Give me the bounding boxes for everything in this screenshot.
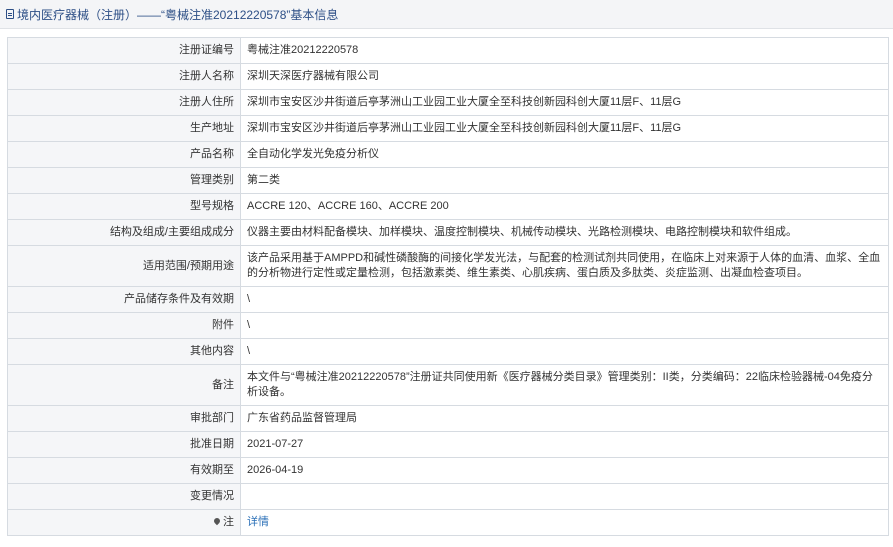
field-label: 附件: [7, 312, 241, 339]
field-label: 注册证编号: [7, 37, 241, 64]
note-row: 注 详情: [7, 509, 889, 536]
field-label: 有效期至: [7, 457, 241, 484]
table-row: 有效期至 2026-04-19: [7, 457, 889, 484]
field-value: 本文件与“粤械注准20212220578”注册证共同使用新《医疗器械分类目录》管…: [240, 364, 889, 406]
page-title: 境内医疗器械（注册）——“粤械注准20212220578”基本信息: [17, 7, 339, 22]
table-row: 产品名称 全自动化学发光免疫分析仪: [7, 141, 889, 168]
table-row: 批准日期 2021-07-27: [7, 431, 889, 458]
table-row: 备注 本文件与“粤械注准20212220578”注册证共同使用新《医疗器械分类目…: [7, 364, 889, 406]
field-label: 产品储存条件及有效期: [7, 286, 241, 313]
field-label: 适用范围/预期用途: [7, 245, 241, 287]
table-row: 适用范围/预期用途 该产品采用基于AMPPD和碱性磷酸酶的间接化学发光法，与配套…: [7, 245, 889, 287]
field-value: \: [240, 312, 889, 339]
field-label: 变更情况: [7, 483, 241, 510]
field-value: 仪器主要由材料配备模块、加样模块、温度控制模块、机械传动模块、光路检测模块、电路…: [240, 219, 889, 246]
field-label: 批准日期: [7, 431, 241, 458]
field-value: \: [240, 286, 889, 313]
field-value: 2021-07-27: [240, 431, 889, 458]
field-label: 注册人住所: [7, 89, 241, 116]
field-value: 全自动化学发光免疫分析仪: [240, 141, 889, 168]
field-value: \: [240, 338, 889, 365]
field-label: 管理类别: [7, 167, 241, 194]
table-row: 变更情况: [7, 483, 889, 510]
table-row: 生产地址 深圳市宝安区沙井街道后亭茅洲山工业园工业大厦全至科技创新园科创大厦11…: [7, 115, 889, 142]
table-row: 附件 \: [7, 312, 889, 339]
table-row: 注册人住所 深圳市宝安区沙井街道后亭茅洲山工业园工业大厦全至科技创新园科创大厦1…: [7, 89, 889, 116]
details-link[interactable]: 详情: [247, 516, 269, 528]
table-row: 注册证编号 粤械注准20212220578: [7, 37, 889, 64]
note-label-cell: 注: [7, 509, 241, 536]
field-value: 该产品采用基于AMPPD和碱性磷酸酶的间接化学发光法，与配套的检测试剂共同使用，…: [240, 245, 889, 287]
field-value: 深圳天深医疗器械有限公司: [240, 63, 889, 90]
field-value: 深圳市宝安区沙井街道后亭茅洲山工业园工业大厦全至科技创新园科创大厦11层F、11…: [240, 89, 889, 116]
field-value: 第二类: [240, 167, 889, 194]
field-label: 结构及组成/主要组成成分: [7, 219, 241, 246]
field-value: 广东省药品监督管理局: [240, 405, 889, 432]
table-row: 产品储存条件及有效期 \: [7, 286, 889, 313]
field-label: 产品名称: [7, 141, 241, 168]
note-value-cell: 详情: [240, 509, 889, 536]
field-label: 备注: [7, 364, 241, 406]
field-value: ACCRE 120、ACCRE 160、ACCRE 200: [240, 193, 889, 220]
field-value: 粤械注准20212220578: [240, 37, 889, 64]
field-value: [240, 483, 889, 510]
field-label: 注册人名称: [7, 63, 241, 90]
field-label: 生产地址: [7, 115, 241, 142]
field-value: 2026-04-19: [240, 457, 889, 484]
table-row: 结构及组成/主要组成成分 仪器主要由材料配备模块、加样模块、温度控制模块、机械传…: [7, 219, 889, 246]
field-value: 深圳市宝安区沙井街道后亭茅洲山工业园工业大厦全至科技创新园科创大厦11层F、11…: [240, 115, 889, 142]
device-info-table: 注册证编号 粤械注准20212220578 注册人名称 深圳天深医疗器械有限公司…: [7, 37, 889, 536]
table-row: 管理类别 第二类: [7, 167, 889, 194]
field-label: 型号规格: [7, 193, 241, 220]
table-row: 型号规格 ACCRE 120、ACCRE 160、ACCRE 200: [7, 193, 889, 220]
field-label: 其他内容: [7, 338, 241, 365]
page-header: 境内医疗器械（注册）——“粤械注准20212220578”基本信息: [0, 0, 893, 29]
table-row: 其他内容 \: [7, 338, 889, 365]
field-label: 审批部门: [7, 405, 241, 432]
note-label: 注: [223, 516, 234, 528]
table-row: 注册人名称 深圳天深医疗器械有限公司: [7, 63, 889, 90]
table-row: 审批部门 广东省药品监督管理局: [7, 405, 889, 432]
pin-icon: [212, 516, 222, 526]
document-icon: [6, 9, 14, 19]
